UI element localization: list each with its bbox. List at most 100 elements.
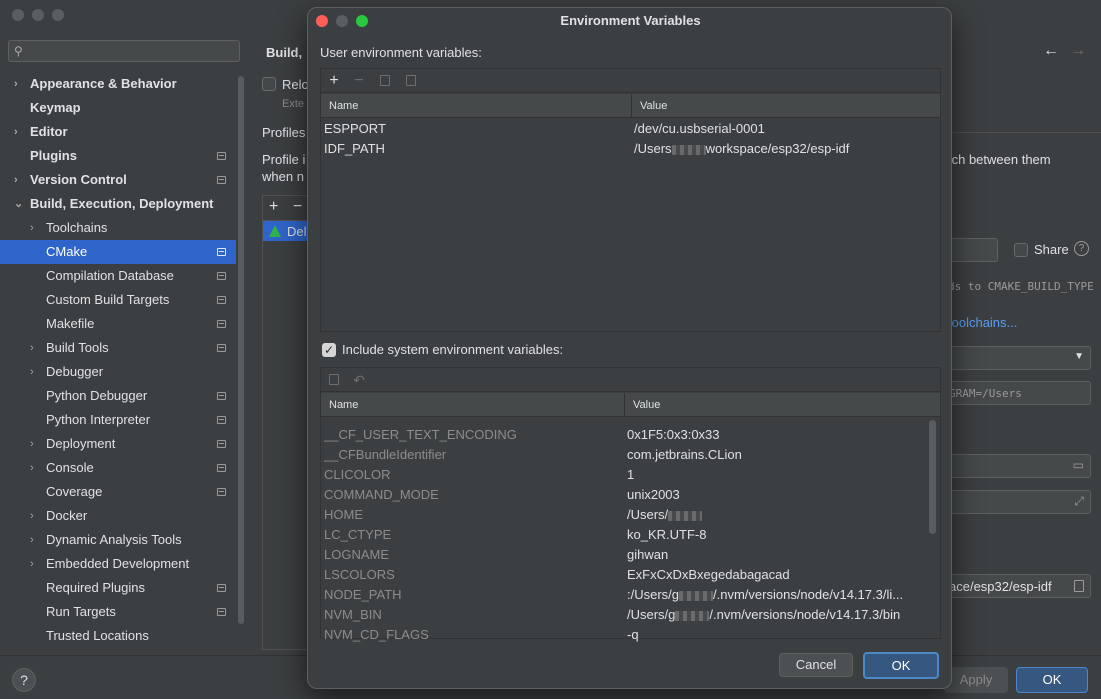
chevron-right-icon[interactable]: › [30,360,34,384]
build-directory-field[interactable]: ▭ [948,454,1091,478]
dialog-titlebar: Environment Variables [308,8,951,34]
remove-profile-icon[interactable]: − [293,198,302,216]
sidebar-item[interactable]: › Build Tools [0,336,236,360]
chevron-right-icon[interactable]: › [30,432,34,456]
expand-icon[interactable]: ⤢ [1074,494,1084,509]
close-icon[interactable] [12,9,24,21]
table-row[interactable]: LOGNAME gihwan [321,545,940,565]
sidebar-item-label: Toolchains [46,220,108,235]
apply-button[interactable]: Apply [944,667,1008,693]
profile-item[interactable]: Del [263,221,313,241]
sidebar-item[interactable]: › Editor [0,120,236,144]
table-row[interactable]: ESPPORT/dev/cu.usbserial-0001 [321,119,940,139]
sidebar-item[interactable]: Keymap [0,96,236,120]
toolchains-link[interactable]: toolchains... [948,315,1017,330]
environment-field[interactable]: ace/esp32/esp-idf [948,574,1091,598]
sidebar-item[interactable]: Coverage [0,480,236,504]
sidebar-item[interactable]: › Embedded Development [0,552,236,576]
sidebar-item[interactable]: CMake [0,240,236,264]
ok-button[interactable]: OK [863,652,939,679]
paste-icon[interactable] [401,69,421,93]
chevron-right-icon[interactable]: › [30,504,34,528]
sidebar-item[interactable]: › Console [0,456,236,480]
column-value[interactable]: Value [624,393,660,417]
document-icon[interactable] [1074,580,1084,592]
chevron-right-icon[interactable]: › [30,336,34,360]
sidebar-item[interactable]: Run Targets [0,600,236,624]
var-value: /Users/ [627,505,924,525]
table-row[interactable]: NVM_BIN/Users/g/.nvm/versions/node/v14.1… [321,605,940,625]
var-name: LOGNAME [324,547,390,562]
table-row[interactable]: CLICOLOR 1 [321,465,940,485]
sidebar-item[interactable]: › Version Control [0,168,236,192]
minimize-icon[interactable] [32,9,44,21]
sidebar-item[interactable]: Compilation Database [0,264,236,288]
sidebar-item[interactable]: Python Debugger [0,384,236,408]
sidebar-item[interactable]: Plugins [0,144,236,168]
var-name: IDF_PATH [324,141,385,156]
sidebar-item[interactable]: Custom Build Targets [0,288,236,312]
sidebar-item[interactable]: Trusted Locations [0,624,236,648]
chevron-right-icon[interactable]: › [14,120,18,144]
column-name[interactable]: Name [321,94,631,118]
generator-select[interactable]: ▼ [948,346,1091,370]
sidebar-item-label: Appearance & Behavior [30,76,177,91]
sidebar-scrollbar[interactable] [238,76,244,624]
reload-checkbox[interactable] [262,77,276,91]
table-row[interactable]: LC_CTYPE ko_KR.UTF-8 [321,525,940,545]
sidebar-item[interactable]: Python Interpreter [0,408,236,432]
sidebar-item[interactable]: Makefile [0,312,236,336]
sidebar-item[interactable]: › Deployment [0,432,236,456]
cmake-options-field[interactable]: GRAM=/Users [948,381,1091,405]
profile-name-field[interactable] [948,238,998,262]
remove-icon[interactable]: − [349,69,369,93]
chevron-right-icon[interactable]: › [14,72,18,96]
table-row[interactable]: LSCOLORS ExFxCxDxBxegedabagacad [321,565,940,585]
var-value: unix2003 [627,487,680,502]
add-profile-icon[interactable]: + [269,198,278,216]
user-vars-toolbar: + − [321,69,940,93]
settings-search-input[interactable]: ⚲ [8,40,240,62]
chevron-right-icon[interactable]: › [30,552,34,576]
chevron-right-icon[interactable]: › [14,168,18,192]
column-value[interactable]: Value [631,94,667,118]
chevron-right-icon[interactable]: › [30,216,34,240]
sidebar-item[interactable]: › Toolchains [0,216,236,240]
column-name[interactable]: Name [321,393,624,417]
build-options-field[interactable]: ⤢ [948,490,1091,514]
table-row[interactable]: COMMAND_MODE unix2003 [321,485,940,505]
zoom-icon[interactable] [52,9,64,21]
table-row[interactable]: __CF_USER_TEXT_ENCODING 0x1F5:0x3:0x33 [321,425,940,445]
table-row[interactable]: NVM_CD_FLAGS -q [321,625,940,645]
sidebar-item[interactable]: › Appearance & Behavior [0,72,236,96]
forward-icon[interactable]: → [1070,42,1086,60]
cancel-button[interactable]: Cancel [779,653,853,677]
share-checkbox[interactable] [1014,243,1028,257]
chevron-down-icon[interactable]: ⌄ [14,192,23,216]
settings-ok-button[interactable]: OK [1016,667,1088,693]
sidebar-item-label: Trusted Locations [46,628,149,643]
sidebar-item[interactable]: Required Plugins [0,576,236,600]
include-system-checkbox[interactable]: ✓ [322,343,336,357]
table-row[interactable]: IDF_PATH/Users workspace/esp32/esp-idf [321,139,940,159]
table-row[interactable]: HOME/Users/ [321,505,940,525]
environment-variables-dialog: Environment Variables User environment v… [307,7,952,689]
help-icon[interactable]: ? [1074,241,1089,256]
project-settings-icon [217,248,226,256]
copy-icon[interactable] [324,368,344,392]
undo-icon[interactable]: ↶ [349,368,369,392]
folder-icon[interactable]: ▭ [1073,458,1084,472]
sidebar-item[interactable]: › Docker [0,504,236,528]
back-icon[interactable]: ← [1043,42,1059,60]
system-vars-scrollbar[interactable] [929,420,936,534]
help-button[interactable]: ? [12,668,36,692]
chevron-right-icon[interactable]: › [30,528,34,552]
copy-icon[interactable] [375,69,395,93]
sidebar-item[interactable]: › Debugger [0,360,236,384]
table-row[interactable]: __CFBundleIdentifier com.jetbrains.CLion [321,445,940,465]
add-icon[interactable]: + [324,69,344,93]
sidebar-item[interactable]: ⌄ Build, Execution, Deployment [0,192,236,216]
chevron-right-icon[interactable]: › [30,456,34,480]
table-row[interactable]: NODE_PATH:/Users/g/.nvm/versions/node/v1… [321,585,940,605]
sidebar-item[interactable]: › Dynamic Analysis Tools [0,528,236,552]
